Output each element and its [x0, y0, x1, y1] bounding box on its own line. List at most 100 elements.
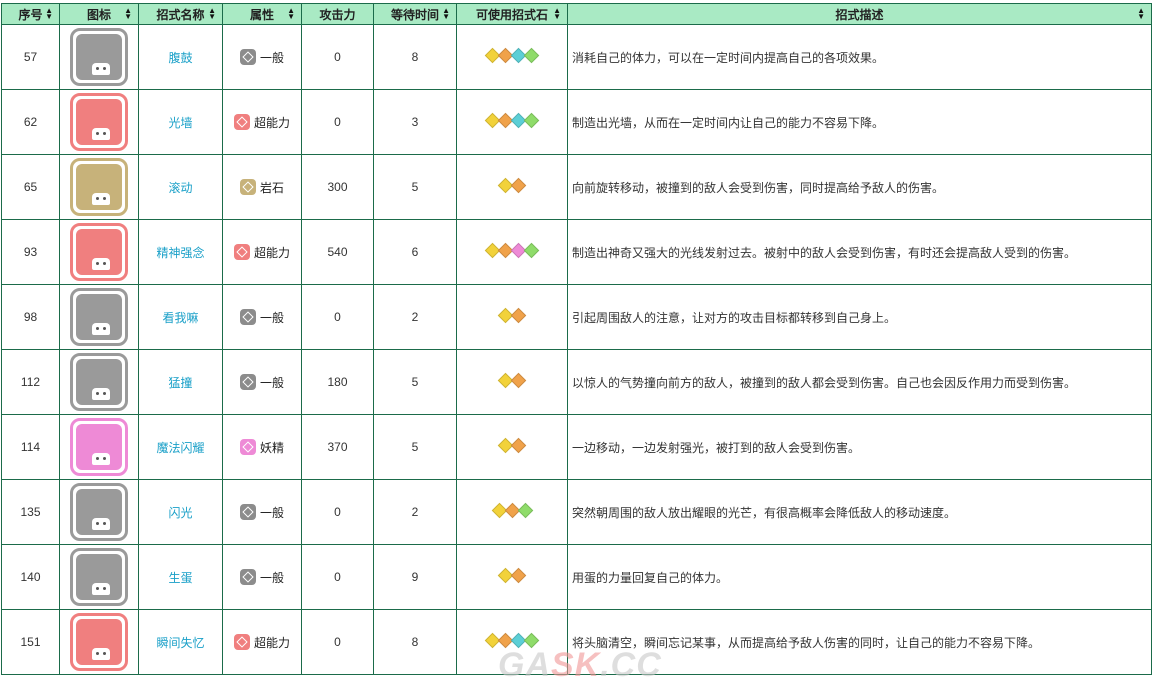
table-row: 114 魔法闪耀 妖精 370 5 一边移动，一边发射强光，被打到的敌人会受到伤…	[1, 414, 1152, 480]
move-stone-icon	[510, 372, 527, 389]
move-type-cell: 一般	[222, 544, 302, 610]
move-id: 93	[1, 219, 60, 285]
move-attack: 0	[301, 284, 374, 350]
robot-icon	[92, 323, 110, 335]
move-icon-cell	[59, 154, 139, 220]
move-name-link[interactable]: 瞬间失忆	[138, 609, 223, 675]
move-icon-cell	[59, 349, 139, 415]
beam-icon	[70, 223, 128, 281]
move-description: 用蛋的力量回复自己的体力。	[567, 544, 1152, 610]
move-name-link[interactable]: 滚动	[138, 154, 223, 220]
move-id: 135	[1, 479, 60, 545]
col-header-wait[interactable]: 等待时间 ▲ ▼	[373, 3, 457, 25]
move-description: 突然朝周围的敌人放出耀眼的光芒，有很高概率会降低敌人的移动速度。	[567, 479, 1152, 545]
move-type: 一般	[259, 505, 284, 520]
robot-icon	[92, 648, 110, 660]
grid-icon	[70, 28, 128, 86]
col-header-stones[interactable]: 可使用招式石 ▲ ▼	[456, 3, 568, 25]
move-name-link[interactable]: 魔法闪耀	[138, 414, 223, 480]
robot-icon	[92, 518, 110, 530]
sort-icon[interactable]: ▲ ▼	[208, 7, 216, 21]
move-type-cell: 一般	[222, 24, 302, 90]
move-description: 引起周围敌人的注意，让对方的攻击目标都转移到自己身上。	[567, 284, 1152, 350]
move-name-link[interactable]: 光墙	[138, 89, 223, 155]
table-row: 98 看我嘛 一般 0 2 引起周围敌人的注意，让对方的攻击目标都转移到自己身上…	[1, 284, 1152, 350]
move-attack: 0	[301, 479, 374, 545]
type-icon	[233, 244, 250, 260]
move-name-link[interactable]: 生蛋	[138, 544, 223, 610]
move-wait: 2	[373, 479, 457, 545]
move-wait: 2	[373, 284, 457, 350]
move-name-link[interactable]: 精神强念	[138, 219, 223, 285]
sort-icon[interactable]: ▲ ▼	[45, 7, 53, 21]
move-id: 151	[1, 609, 60, 675]
amnesia-icon	[70, 613, 128, 671]
move-stones-cell	[456, 414, 568, 480]
wall-icon	[70, 93, 128, 151]
robot-icon	[92, 63, 110, 75]
type-icon	[233, 634, 250, 650]
move-stones-cell	[456, 479, 568, 545]
move-description: 制造出光墙，从而在一定时间内让自己的能力不容易下降。	[567, 89, 1152, 155]
move-stone-icon	[510, 437, 527, 454]
move-description: 制造出神奇又强大的光线发射过去。被射中的敌人会受到伤害，有时还会提高敌人受到的伤…	[567, 219, 1152, 285]
sort-icon[interactable]: ▲ ▼	[287, 7, 295, 21]
move-wait: 6	[373, 219, 457, 285]
move-type-cell: 岩石	[222, 154, 302, 220]
move-icon-cell	[59, 479, 139, 545]
sort-icon[interactable]: ▲ ▼	[124, 7, 132, 21]
move-icon-cell	[59, 609, 139, 675]
flash-icon	[70, 483, 128, 541]
move-type: 一般	[259, 310, 284, 325]
move-attack: 180	[301, 349, 374, 415]
sort-icon[interactable]: ▲ ▼	[442, 7, 450, 21]
move-id: 62	[1, 89, 60, 155]
col-header-name[interactable]: 招式名称 ▲ ▼	[138, 3, 223, 25]
move-wait: 3	[373, 89, 457, 155]
move-type-cell: 一般	[222, 479, 302, 545]
move-name-link[interactable]: 看我嘛	[138, 284, 223, 350]
move-type: 超能力	[253, 115, 290, 130]
robot-icon	[92, 193, 110, 205]
move-description: 以惊人的气势撞向前方的敌人，被撞到的敌人都会受到伤害。自己也会因反作用力而受到伤…	[567, 349, 1152, 415]
move-id: 112	[1, 349, 60, 415]
col-header-type[interactable]: 属性 ▲ ▼	[222, 3, 302, 25]
col-header-attack[interactable]: 攻击力	[301, 3, 374, 25]
move-attack: 0	[301, 609, 374, 675]
move-attack: 370	[301, 414, 374, 480]
move-type: 一般	[259, 375, 284, 390]
move-name-link[interactable]: 猛撞	[138, 349, 223, 415]
move-stone-icon	[523, 242, 540, 259]
col-header-icon[interactable]: 图标 ▲ ▼	[59, 3, 139, 25]
robot-icon	[92, 453, 110, 465]
robot-icon	[92, 388, 110, 400]
move-type-cell: 一般	[222, 349, 302, 415]
move-attack: 0	[301, 89, 374, 155]
move-name-link[interactable]: 腹鼓	[138, 24, 223, 90]
move-type-cell: 一般	[222, 284, 302, 350]
col-header-desc[interactable]: 招式描述 ▲ ▼	[567, 3, 1152, 25]
move-type-cell: 超能力	[222, 219, 302, 285]
type-icon	[239, 439, 256, 455]
move-icon-cell	[59, 24, 139, 90]
move-icon-cell	[59, 89, 139, 155]
move-id: 57	[1, 24, 60, 90]
move-stone-icon	[510, 567, 527, 584]
move-stones-cell	[456, 284, 568, 350]
move-name-link[interactable]: 闪光	[138, 479, 223, 545]
moves-table: 序号 ▲ ▼ 图标 ▲ ▼ 招式名称 ▲ ▼ 属性 ▲ ▼ 攻击力 等待时间 ▲ ▼ 可使用招式石 ▲…	[1, 3, 1152, 675]
col-header-id[interactable]: 序号 ▲ ▼	[1, 3, 60, 25]
move-wait: 5	[373, 349, 457, 415]
move-id: 114	[1, 414, 60, 480]
move-stones-cell	[456, 154, 568, 220]
move-type: 超能力	[253, 245, 290, 260]
sort-icon[interactable]: ▲ ▼	[1137, 7, 1145, 21]
move-stone-icon	[523, 47, 540, 64]
header-row: 序号 ▲ ▼ 图标 ▲ ▼ 招式名称 ▲ ▼ 属性 ▲ ▼ 攻击力 等待时间 ▲ ▼ 可使用招式石 ▲…	[1, 3, 1152, 25]
table-row: 93 精神强念 超能力 540 6 制造出神奇又强大的光线发射过去。被射中的敌人…	[1, 219, 1152, 285]
sort-icon[interactable]: ▲ ▼	[553, 7, 561, 21]
move-type: 超能力	[253, 635, 290, 650]
table-row: 57 腹鼓 一般 0 8 消耗自己的体力，可以在一定时间内提高自己的各项效果。	[1, 24, 1152, 90]
table-row: 65 滚动 岩石 300 5 向前旋转移动，被撞到的敌人会受到伤害，同时提高给予…	[1, 154, 1152, 220]
move-stones-cell	[456, 89, 568, 155]
